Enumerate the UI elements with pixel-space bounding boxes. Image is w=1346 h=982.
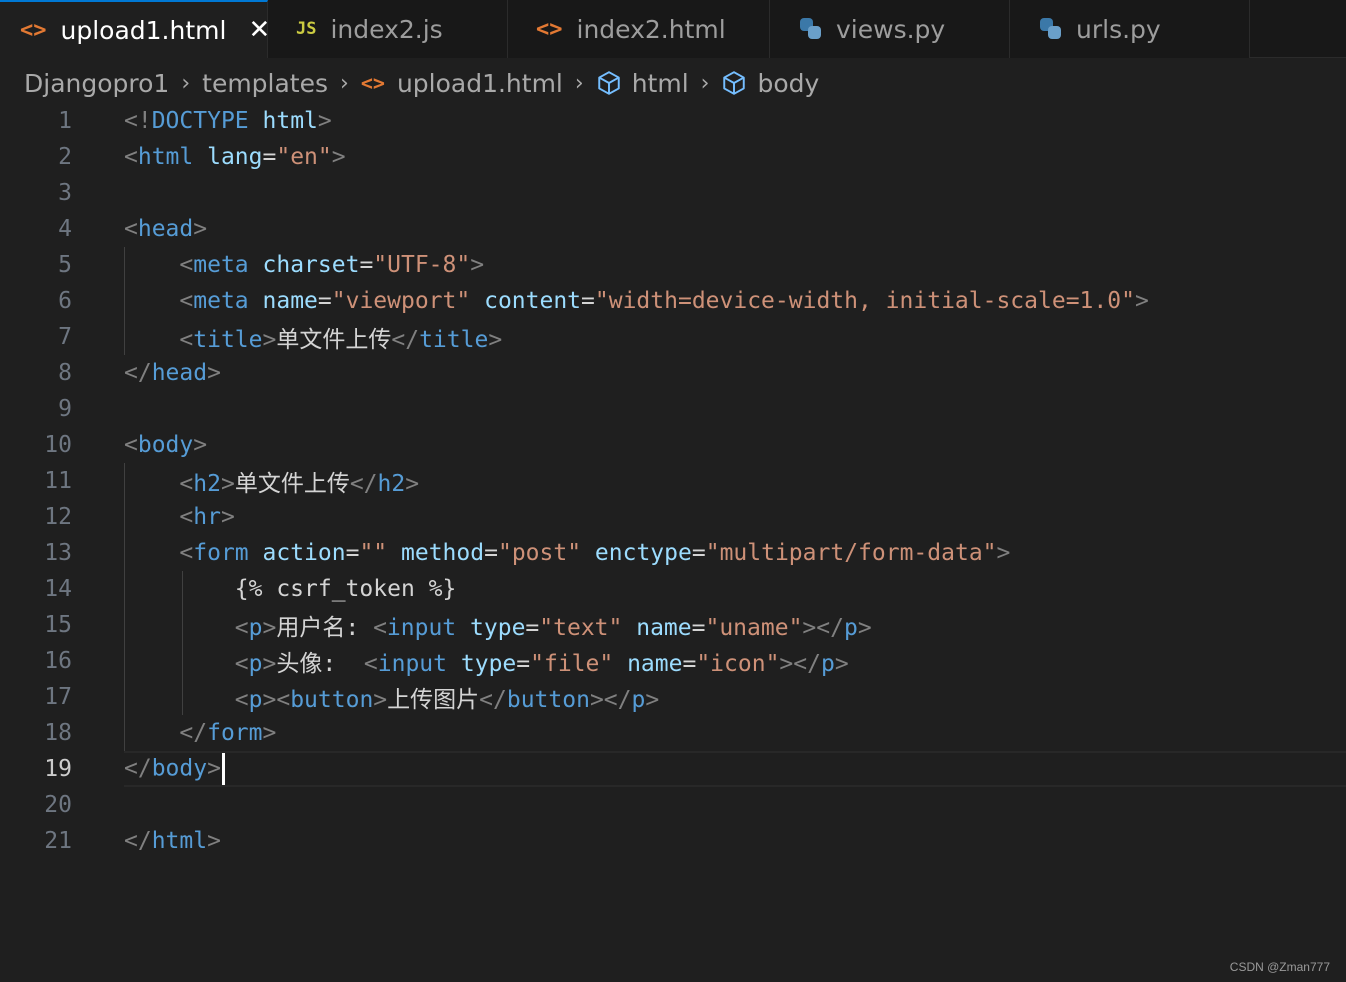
breadcrumb-element-body[interactable]: body <box>757 69 819 98</box>
code-text[interactable]: <p><button>上传图片</button></p> <box>124 680 659 714</box>
code-line-7[interactable]: 7 <title>单文件上传</title> <box>0 319 1346 355</box>
breadcrumb-file[interactable]: upload1.html <box>397 69 563 98</box>
chevron-right-icon: › <box>340 70 349 96</box>
python-file-icon <box>800 18 822 40</box>
line-number: 14 <box>44 576 72 602</box>
code-line-19[interactable]: 19 </body> <box>0 751 1346 787</box>
code-line-1[interactable]: 1 <!DOCTYPE html> <box>0 103 1346 139</box>
html-file-icon: <> <box>360 71 385 95</box>
breadcrumb-project[interactable]: Djangopro1 <box>24 69 169 98</box>
line-number: 2 <box>58 144 72 170</box>
line-number: 5 <box>58 252 72 278</box>
code-text[interactable]: <h2>单文件上传</h2> <box>124 464 419 498</box>
code-text[interactable]: </form> <box>124 720 276 746</box>
line-number: 15 <box>44 612 72 638</box>
code-line-18[interactable]: 18 </form> <box>0 715 1346 751</box>
line-number: 20 <box>44 792 72 818</box>
tab-views-py[interactable]: views.py <box>770 0 1010 58</box>
code-text[interactable]: <head> <box>124 216 207 242</box>
html-file-icon: <> <box>20 17 47 43</box>
line-number: 11 <box>44 468 72 494</box>
code-text[interactable]: <html lang="en"> <box>124 144 346 170</box>
tab-urls-py[interactable]: urls.py <box>1010 0 1250 58</box>
python-file-icon <box>1040 18 1062 40</box>
line-number: 9 <box>58 396 72 422</box>
tab-label: index2.html <box>576 14 726 44</box>
tab-bar: <> upload1.html ✕ JS index2.js <> index2… <box>0 0 1346 58</box>
code-line-4[interactable]: 4 <head> <box>0 211 1346 247</box>
code-text[interactable]: <p>头像: <input type="file" name="icon"></… <box>124 644 849 678</box>
code-text[interactable]: </html> <box>124 828 221 854</box>
code-line-6[interactable]: 6 <meta name="viewport" content="width=d… <box>0 283 1346 319</box>
code-line-16[interactable]: 16 <p>头像: <input type="file" name="icon"… <box>0 643 1346 679</box>
code-line-8[interactable]: 8 </head> <box>0 355 1346 391</box>
code-line-13[interactable]: 13 <form action="" method="post" enctype… <box>0 535 1346 571</box>
line-number: 7 <box>58 324 72 350</box>
chevron-right-icon: › <box>181 70 191 96</box>
tab-label: urls.py <box>1076 14 1161 44</box>
line-number: 21 <box>44 828 72 854</box>
code-text[interactable]: <meta charset="UTF-8"> <box>124 252 484 278</box>
line-number: 1 <box>58 108 72 134</box>
code-text[interactable]: <form action="" method="post" enctype="m… <box>124 540 1010 566</box>
line-number: 18 <box>44 720 72 746</box>
element-cube-icon <box>597 71 620 95</box>
html-file-icon: <> <box>536 16 563 42</box>
line-number: 8 <box>58 360 72 386</box>
js-file-icon: JS <box>296 19 317 39</box>
code-line-17[interactable]: 17 <p><button>上传图片</button></p> <box>0 679 1346 715</box>
chevron-right-icon: › <box>700 70 710 96</box>
line-number: 12 <box>44 504 72 530</box>
breadcrumb-element-html[interactable]: html <box>632 69 689 98</box>
code-line-3[interactable]: 3 <box>0 175 1346 211</box>
tab-upload1-html[interactable]: <> upload1.html ✕ <box>0 0 270 58</box>
code-text[interactable]: <body> <box>124 432 207 458</box>
line-number: 16 <box>44 648 72 674</box>
watermark: CSDN @Zman777 <box>1229 960 1330 974</box>
line-number: 6 <box>58 288 72 314</box>
code-text[interactable]: <hr> <box>124 504 234 530</box>
line-number: 13 <box>44 540 72 566</box>
code-line-20[interactable]: 20 <box>0 787 1346 823</box>
tab-label: index2.js <box>330 14 443 44</box>
tab-index2-js[interactable]: JS index2.js <box>268 0 508 58</box>
breadcrumb: Djangopro1 › templates › <> upload1.html… <box>24 62 819 104</box>
code-line-12[interactable]: 12 <hr> <box>0 499 1346 535</box>
code-text[interactable]: <!DOCTYPE html> <box>124 108 332 134</box>
tab-bar-empty-space <box>1250 0 1346 57</box>
code-editor[interactable]: 1 <!DOCTYPE html> 2 <html lang="en"> 3 4… <box>0 103 1346 903</box>
breadcrumb-folder[interactable]: templates <box>202 69 328 98</box>
tab-label: views.py <box>836 14 946 44</box>
tab-label: upload1.html <box>60 15 227 45</box>
tab-index2-html[interactable]: <> index2.html <box>508 0 770 58</box>
close-icon[interactable]: ✕ <box>248 15 270 45</box>
code-line-5[interactable]: 5 <meta charset="UTF-8"> <box>0 247 1346 283</box>
line-number: 10 <box>44 432 72 458</box>
text-cursor <box>221 753 225 785</box>
code-line-14[interactable]: 14 {% csrf_token %} <box>0 571 1346 607</box>
code-text[interactable]: <title>单文件上传</title> <box>124 320 502 354</box>
line-number: 4 <box>58 216 72 242</box>
line-number-current: 19 <box>44 756 72 782</box>
code-line-21[interactable]: 21 </html> <box>0 823 1346 859</box>
code-text[interactable]: {% csrf_token %} <box>124 576 457 602</box>
code-line-11[interactable]: 11 <h2>单文件上传</h2> <box>0 463 1346 499</box>
code-text[interactable]: </head> <box>124 360 221 386</box>
code-text[interactable]: <meta name="viewport" content="width=dev… <box>124 288 1148 314</box>
code-line-15[interactable]: 15 <p>用户名: <input type="text" name="unam… <box>0 607 1346 643</box>
line-number: 17 <box>44 684 72 710</box>
code-text[interactable]: </body> <box>124 753 225 785</box>
code-text[interactable]: <p>用户名: <input type="text" name="uname">… <box>124 608 872 642</box>
chevron-right-icon: › <box>574 70 584 96</box>
code-line-2[interactable]: 2 <html lang="en"> <box>0 139 1346 175</box>
code-line-10[interactable]: 10 <body> <box>0 427 1346 463</box>
line-number: 3 <box>58 180 72 206</box>
code-line-9[interactable]: 9 <box>0 391 1346 427</box>
element-cube-icon <box>723 71 746 95</box>
